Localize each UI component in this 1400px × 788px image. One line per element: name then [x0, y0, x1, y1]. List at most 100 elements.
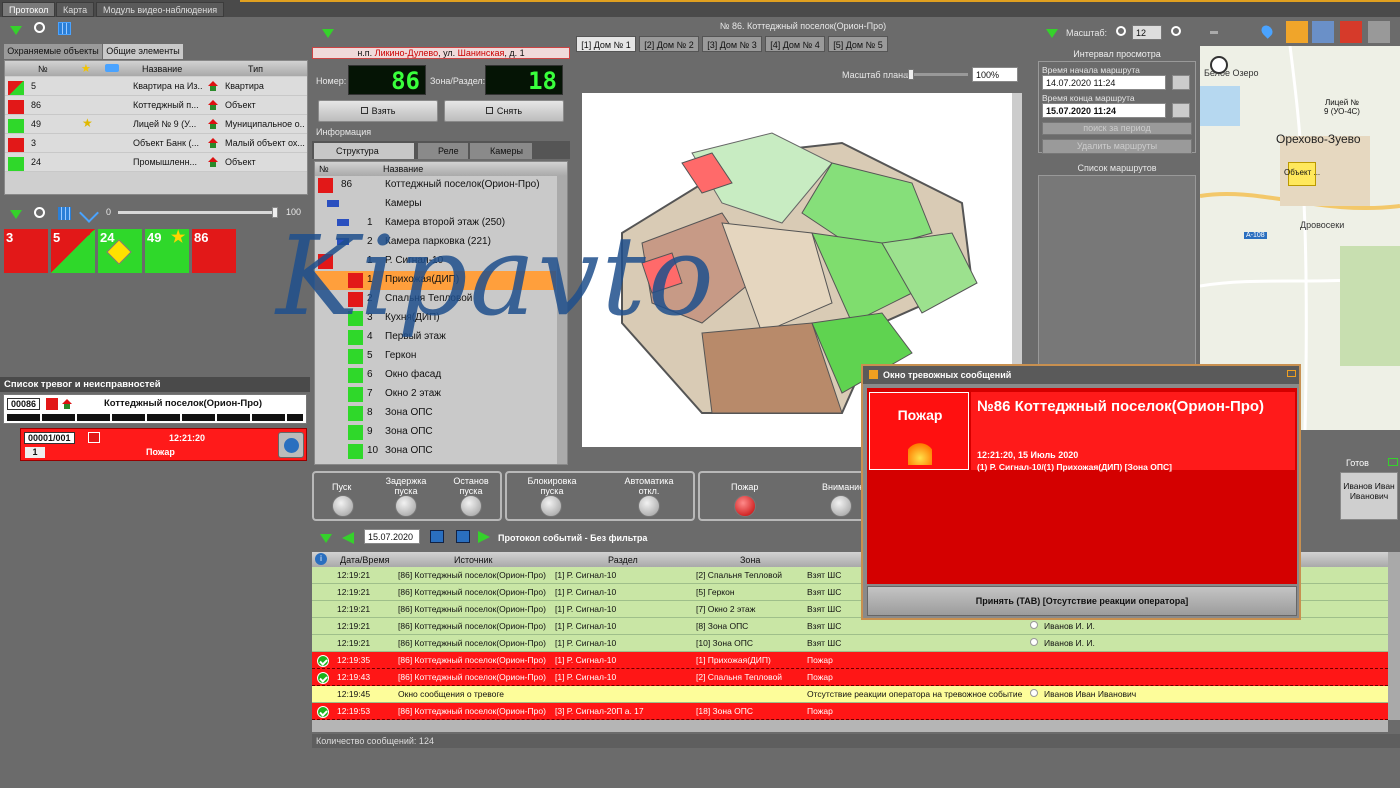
size-slider[interactable]: [118, 207, 278, 218]
tree-row[interactable]: 4 Первый этаж: [315, 328, 556, 347]
tab-cameras[interactable]: Камеры: [470, 143, 532, 159]
tree-row[interactable]: 6 Окно фасад: [315, 366, 556, 385]
size-slider-knob[interactable]: [272, 207, 278, 218]
ctrl-attention-indicator[interactable]: [830, 495, 852, 517]
tree-row[interactable]: 7 Окно 2 этаж: [315, 385, 556, 404]
col-name[interactable]: Название: [142, 64, 182, 74]
object-row[interactable]: 5 Квартира на Из... Квартира: [5, 77, 307, 96]
search-icon[interactable]: [34, 22, 45, 33]
plan-scale-slider[interactable]: [904, 69, 968, 80]
log-row[interactable]: 12:19:43 [86] Коттеджный поселок(Орион-Пр…: [312, 669, 1388, 686]
tab-object-structure[interactable]: Структура объекта: [314, 143, 414, 172]
tree-row[interactable]: 8 Зона ОПС: [315, 404, 556, 423]
take-button[interactable]: Взять: [318, 100, 438, 122]
tile-object-24[interactable]: 24: [98, 229, 142, 273]
plan-scale-select[interactable]: 100%: [972, 67, 1018, 82]
tab-relay[interactable]: Реле: [418, 143, 468, 159]
search-icon[interactable]: [34, 207, 45, 218]
ctrl-stop-button[interactable]: [460, 495, 482, 517]
remove-button[interactable]: Снять: [444, 100, 564, 122]
log-col-section[interactable]: Раздел: [608, 555, 638, 565]
zoom-out-icon[interactable]: [1116, 26, 1126, 36]
tree-row[interactable]: 2 Спальня Тепловой: [315, 290, 556, 309]
object-row[interactable]: 49 ★ Лицей № 9 (У... Муниципальное о...: [5, 115, 307, 134]
next-day-icon[interactable]: [478, 531, 490, 543]
resize-icon[interactable]: [79, 203, 99, 223]
log-hscrollbar[interactable]: [312, 720, 1388, 732]
log-date-field[interactable]: 15.07.2020: [364, 529, 420, 544]
tile-object-49[interactable]: 49 ★: [145, 229, 189, 273]
tree-scrollbar[interactable]: [557, 176, 567, 464]
tile-object-86[interactable]: 86: [192, 229, 236, 273]
ctrl-block-button[interactable]: [540, 495, 562, 517]
filter-icon[interactable]: [1046, 29, 1058, 38]
operator-card[interactable]: Иванов Иван Иванович: [1340, 472, 1398, 520]
tree-row[interactable]: Камеры: [315, 195, 556, 214]
log-row[interactable]: 12:19:21 [86] Коттеджный поселок(Орион-Пр…: [312, 635, 1388, 652]
search-period-button[interactable]: поиск за период: [1042, 122, 1192, 135]
end-time-field[interactable]: 15.07.2020 11:24: [1042, 103, 1166, 118]
map-slider[interactable]: [1210, 31, 1218, 34]
tree-row[interactable]: 10 Зона ОПС: [315, 442, 556, 461]
alarm-object-card[interactable]: 00086 Коттеджный поселок(Орион-Про): [3, 394, 307, 424]
filter-icon[interactable]: [320, 534, 332, 543]
plan-scale-knob[interactable]: [908, 69, 914, 80]
tree-col-name[interactable]: Название: [383, 164, 423, 174]
ctrl-start-button[interactable]: [332, 495, 354, 517]
tree-row[interactable]: 1 Прихожая(ДИП): [315, 271, 556, 290]
delete-routes-button[interactable]: Удалить маршруты: [1042, 139, 1192, 154]
prev-day-icon[interactable]: [342, 532, 354, 544]
tree-row[interactable]: 86 Коттеджный поселок(Орион-Про): [315, 176, 556, 195]
tree-row[interactable]: 9 Зона ОПС: [315, 423, 556, 442]
end-calendar-button[interactable]: [1172, 103, 1190, 118]
start-calendar-button[interactable]: [1172, 75, 1190, 90]
minimize-icon[interactable]: [1287, 370, 1296, 377]
log-col-source[interactable]: Источник: [454, 555, 492, 565]
log-col-zone[interactable]: Зона: [740, 555, 760, 565]
grid-icon[interactable]: [58, 207, 71, 220]
tree-row[interactable]: 1 Р. Сигнал-10: [315, 252, 556, 271]
tab-map[interactable]: Карта: [56, 2, 95, 17]
accept-button[interactable]: Принять (TAB) [Отсутствие реакции операт…: [867, 586, 1297, 616]
plan-tab[interactable]: [1] Дом № 1: [576, 36, 636, 52]
col-num[interactable]: №: [38, 64, 48, 74]
map-scale-select[interactable]: 12: [1132, 25, 1162, 40]
plan-tab[interactable]: [2] Дом № 2: [639, 36, 699, 52]
filter-icon[interactable]: [10, 210, 22, 219]
calendar-icon[interactable]: [430, 530, 444, 543]
map-pin-icon[interactable]: [1259, 23, 1275, 39]
object-row[interactable]: 86 Коттеджный п... Объект: [5, 96, 307, 115]
filter-icon[interactable]: [10, 26, 22, 35]
object-row[interactable]: 24 Промышленн... Объект: [5, 153, 307, 172]
log-row[interactable]: 12:19:21 [86] Коттеджный поселок(Орион-Пр…: [312, 618, 1388, 635]
tile-object-5[interactable]: 5: [51, 229, 95, 273]
tab-guarded-objects[interactable]: Охраняемые объекты: [4, 44, 102, 59]
start-time-field[interactable]: 14.07.2020 11:24: [1042, 75, 1166, 90]
calendar-day-icon[interactable]: [456, 530, 470, 543]
ctrl-delay-button[interactable]: [395, 495, 417, 517]
grid-icon[interactable]: [58, 22, 71, 35]
plan-tab[interactable]: [5] Дом № 5: [828, 36, 888, 52]
map-globe-icon[interactable]: [1312, 21, 1334, 43]
tree-row[interactable]: 5 Геркон: [315, 347, 556, 366]
ctrl-auto-button[interactable]: [638, 495, 660, 517]
log-col-datetime[interactable]: Дата/Время: [340, 555, 390, 565]
ctrl-fire-indicator[interactable]: [734, 495, 756, 517]
routes-list[interactable]: [1038, 175, 1196, 375]
alarm-event-card[interactable]: 00001/001 12:21:20 1 Пожар: [20, 428, 307, 461]
tree-row[interactable]: 1 Камера второй этаж (250): [315, 214, 556, 233]
col-type[interactable]: Тип: [248, 64, 263, 74]
tab-protocol[interactable]: Протокол: [2, 2, 56, 17]
log-row[interactable]: 12:19:53 [86] Коттеджный поселок(Орион-Пр…: [312, 703, 1388, 720]
map-mode-icon[interactable]: [1368, 21, 1390, 43]
sound-button[interactable]: [278, 432, 304, 458]
plan-tab[interactable]: [4] Дом № 4: [765, 36, 825, 52]
ack-radio[interactable]: [1030, 689, 1038, 697]
ack-radio[interactable]: [1030, 621, 1038, 629]
yandex-maps-icon[interactable]: [1340, 21, 1362, 43]
log-row[interactable]: 12:19:45 Окно сообщения о тревоге Отсутств…: [312, 686, 1388, 703]
tree-col-num[interactable]: №: [319, 164, 329, 174]
log-row[interactable]: 12:19:35 [86] Коттеджный поселок(Орион-Пр…: [312, 652, 1388, 669]
tile-object-3[interactable]: 3: [4, 229, 48, 273]
tab-video[interactable]: Модуль видео-наблюдения: [96, 2, 225, 17]
